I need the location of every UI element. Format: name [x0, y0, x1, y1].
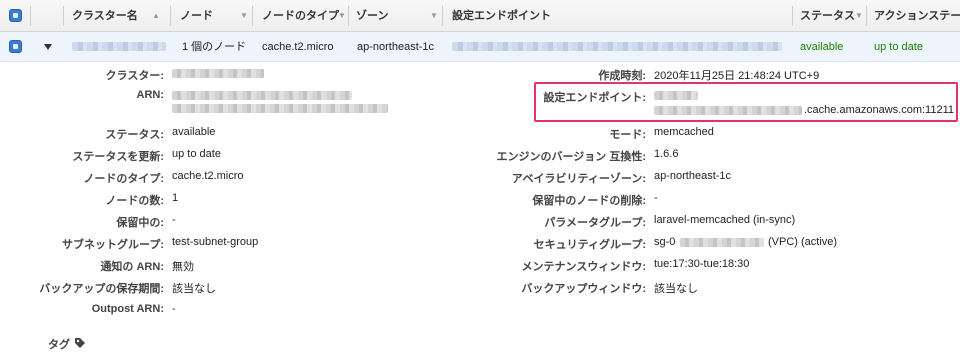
- detail-label: クラスター:: [105, 70, 164, 82]
- detail-value: 1.6.6: [654, 148, 679, 160]
- detail-label: ノードのタイプ:: [83, 173, 164, 185]
- detail-value: 1: [172, 192, 179, 204]
- detail-label: ステータス:: [105, 129, 164, 141]
- column-header-endpoint[interactable]: 設定エンドポイント: [452, 0, 551, 32]
- expand-caret-icon[interactable]: [44, 44, 52, 50]
- column-divider: [63, 6, 64, 26]
- tag-icon: [74, 337, 86, 349]
- detail-value: 該当なし: [172, 283, 216, 295]
- detail-label: ステータスを更新:: [72, 151, 164, 163]
- detail-value: ap-northeast-1c: [654, 170, 732, 182]
- column-divider: [30, 6, 31, 26]
- column-divider: [348, 6, 349, 26]
- detail-label: セキュリティグループ:: [533, 239, 646, 251]
- detail-value: up to date: [172, 148, 221, 160]
- detail-label: アベイラビリティーゾーン:: [511, 173, 646, 185]
- detail-label: パラメータグループ:: [544, 217, 646, 229]
- column-header-status[interactable]: ステータス: [800, 0, 855, 32]
- sort-caret-icon[interactable]: ▼: [240, 0, 248, 32]
- table-header: クラスター名 ▲ ノード ▼ ノードのタイプ ▼ ゾーン ▼ 設定エンドポイント…: [0, 0, 960, 32]
- detail-label: バックアップウィンドウ:: [521, 283, 646, 295]
- detail-value: -: [172, 214, 176, 226]
- column-header-cluster-name[interactable]: クラスター名: [72, 0, 138, 32]
- detail-label: 通知の ARN:: [100, 261, 164, 273]
- redacted-arn-line1: [172, 91, 352, 100]
- detail-label: 作成時刻:: [598, 70, 646, 82]
- column-header-zone[interactable]: ゾーン: [356, 0, 388, 32]
- row-nodes: 1 個のノード: [182, 41, 247, 53]
- detail-value: (VPC) (active): [768, 236, 838, 248]
- detail-label: 保留中の:: [116, 217, 164, 229]
- detail-label: サブネットグループ:: [61, 239, 164, 251]
- column-divider: [442, 6, 443, 26]
- redacted-endpoint: [452, 42, 782, 51]
- detail-value: memcached: [654, 126, 714, 138]
- row-zone: ap-northeast-1c: [357, 41, 435, 53]
- redacted-cluster-name: [72, 42, 166, 51]
- column-header-node-type[interactable]: ノードのタイプ: [262, 0, 339, 32]
- detail-value: 2020年11月25日 21:48:24 UTC+9: [654, 70, 820, 82]
- row-action-status: up to date: [874, 41, 923, 53]
- column-divider: [792, 6, 793, 26]
- detail-label: 保留中のノードの削除:: [532, 195, 646, 207]
- detail-value: cache.t2.micro: [172, 170, 244, 182]
- row-status: available: [800, 41, 844, 53]
- detail-label: メンテナンスウィンドウ:: [521, 261, 646, 273]
- row-checkbox[interactable]: [9, 40, 22, 53]
- detail-value: laravel-memcached (in-sync): [654, 214, 796, 226]
- detail-value-prefix: sg-0: [654, 236, 676, 248]
- detail-label: モード:: [609, 129, 646, 141]
- detail-label: エンジンのバージョン 互換性:: [496, 151, 647, 163]
- detail-value: available: [172, 126, 216, 138]
- column-header-action-status[interactable]: アクションステー: [874, 0, 960, 32]
- column-divider: [170, 6, 171, 26]
- detail-value: -: [654, 192, 658, 204]
- redacted-security-group: [680, 238, 764, 247]
- detail-value: 該当なし: [654, 283, 698, 295]
- sort-caret-icon[interactable]: ▼: [855, 0, 863, 32]
- table-row[interactable]: 1 個のノード cache.t2.micro ap-northeast-1c a…: [0, 32, 960, 62]
- endpoint-highlight-box: [534, 82, 958, 122]
- detail-value: test-subnet-group: [172, 236, 259, 248]
- detail-label: バックアップの保存期間:: [39, 283, 164, 295]
- detail-value: -: [172, 303, 176, 315]
- redacted-arn-line2: [172, 104, 388, 113]
- detail-value: 無効: [172, 261, 194, 273]
- sort-caret-icon[interactable]: ▼: [430, 0, 438, 32]
- detail-label: Outpost ARN:: [91, 303, 164, 315]
- column-divider: [866, 6, 867, 26]
- redacted-cluster-value: [172, 69, 264, 78]
- column-divider: [252, 6, 253, 26]
- detail-value: tue:17:30-tue:18:30: [654, 258, 750, 270]
- sort-caret-icon[interactable]: ▼: [338, 0, 346, 32]
- sort-caret-icon[interactable]: ▲: [152, 0, 160, 32]
- row-node-type: cache.t2.micro: [262, 41, 334, 53]
- detail-label: ノードの数:: [105, 195, 164, 207]
- detail-label: ARN:: [136, 89, 165, 101]
- column-header-nodes[interactable]: ノード: [180, 0, 213, 32]
- select-all-checkbox[interactable]: [9, 9, 22, 22]
- tags-label: タグ: [48, 339, 70, 351]
